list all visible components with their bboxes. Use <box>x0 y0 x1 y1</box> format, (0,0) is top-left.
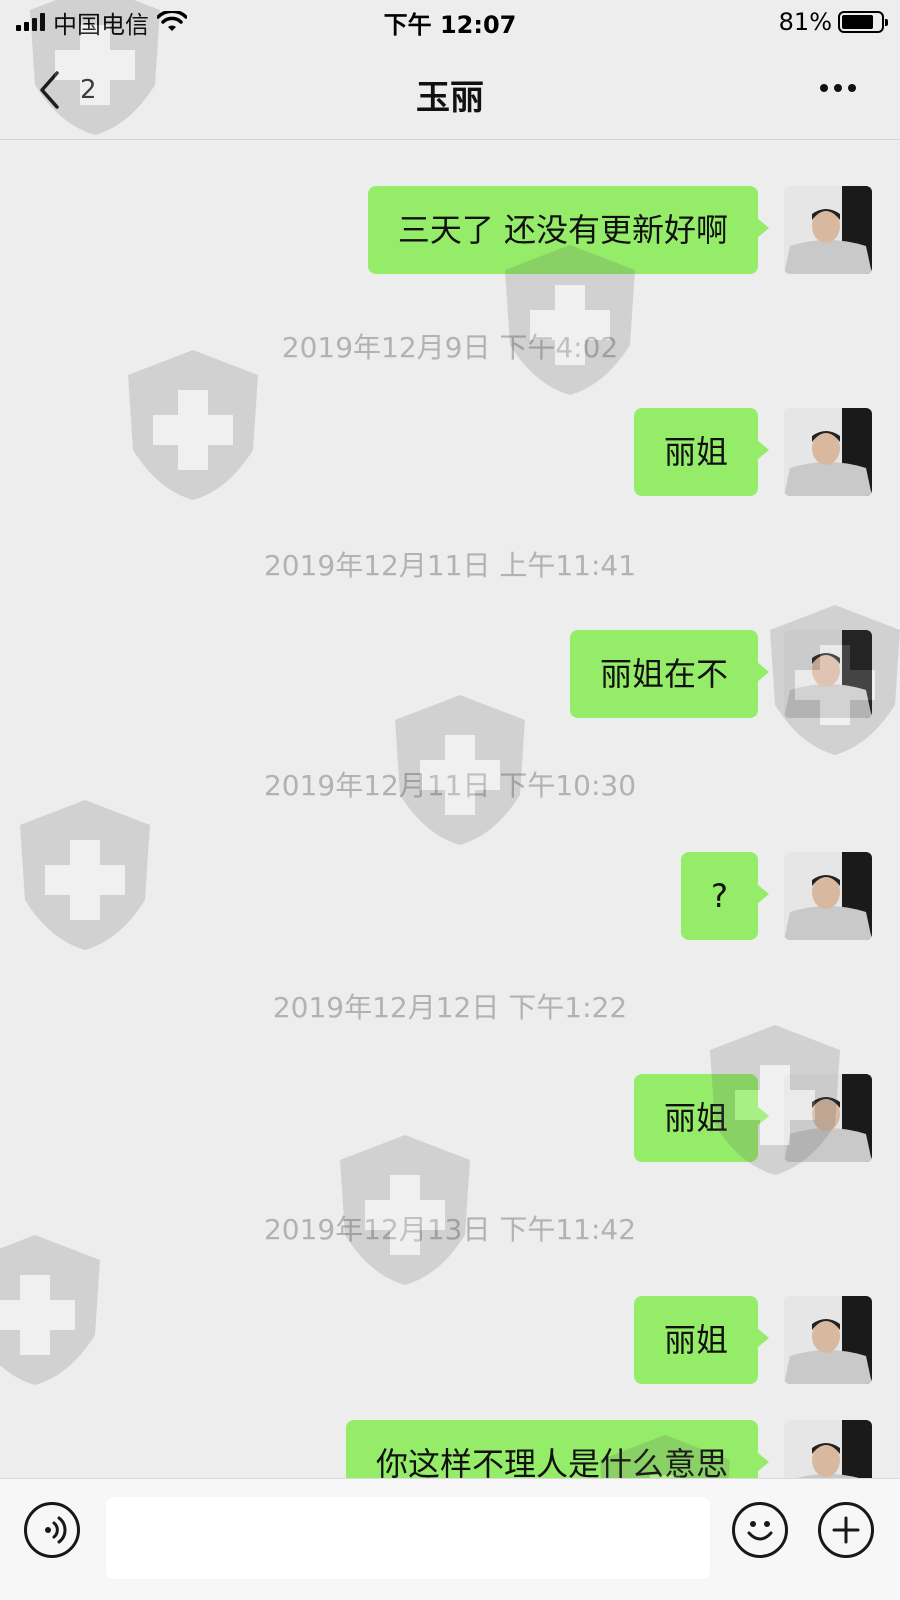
voice-button[interactable] <box>24 1502 80 1558</box>
message-bubble[interactable]: 丽姐在不 <box>569 630 770 718</box>
message-sent: 丽姐 <box>633 1296 872 1384</box>
message-bubble[interactable]: 丽姐 <box>633 1074 770 1162</box>
battery-icon <box>838 11 888 33</box>
chat-area[interactable]: 三天了 还没有更新好啊 2019年12月9日 下午4:02 丽姐 2019年12… <box>0 140 900 1478</box>
message-bubble[interactable]: ? <box>681 852 769 940</box>
message-bubble[interactable]: 三天了 还没有更新好啊 <box>367 186 770 274</box>
wifi-icon <box>157 11 187 31</box>
message-bubble[interactable]: 你这样不理人是什么意思 <box>345 1420 770 1478</box>
portrait-icon <box>784 1296 872 1384</box>
nav-bar: 2 玉丽 <box>0 44 900 140</box>
chat-title: 玉丽 <box>416 78 484 118</box>
avatar[interactable] <box>784 408 872 496</box>
emoji-button[interactable] <box>732 1502 788 1558</box>
avatar[interactable] <box>784 186 872 274</box>
avatar[interactable] <box>784 1420 872 1478</box>
message-sent: 丽姐 <box>633 408 872 496</box>
message-sent: 丽姐 <box>633 1074 872 1162</box>
plus-button[interactable] <box>818 1502 874 1558</box>
signal-icon <box>16 13 45 31</box>
status-bar: 中国电信 下午 12:07 81% <box>0 0 900 44</box>
plus-icon <box>832 1516 860 1544</box>
message-sent: ? <box>681 852 872 940</box>
battery-fill <box>842 15 873 29</box>
timestamp: 2019年12月12日 下午1:22 <box>272 991 628 1024</box>
timestamp: 2019年12月13日 下午11:42 <box>263 1213 637 1246</box>
portrait-icon <box>784 630 872 718</box>
portrait-icon <box>784 186 872 274</box>
input-bar <box>0 1478 900 1600</box>
timestamp: 2019年12月11日 上午11:41 <box>263 549 637 582</box>
emoji-icon <box>747 1521 773 1541</box>
message-input[interactable] <box>106 1497 710 1579</box>
more-dot-icon <box>834 84 842 92</box>
message-sent: 丽姐在不 <box>569 630 872 718</box>
message-bubble[interactable]: 丽姐 <box>633 1296 770 1384</box>
timestamp: 2019年12月11日 下午10:30 <box>263 769 637 802</box>
carrier-label: 中国电信 <box>53 10 149 39</box>
status-left: 中国电信 <box>16 5 187 40</box>
avatar[interactable] <box>784 1296 872 1384</box>
portrait-icon <box>784 852 872 940</box>
avatar[interactable] <box>784 630 872 718</box>
portrait-icon <box>784 1074 872 1162</box>
more-button[interactable] <box>820 84 856 92</box>
avatar[interactable] <box>784 1074 872 1162</box>
portrait-icon <box>784 408 872 496</box>
avatar[interactable] <box>784 852 872 940</box>
portrait-icon <box>784 1420 872 1478</box>
more-dot-icon <box>820 84 828 92</box>
more-dot-icon <box>848 84 856 92</box>
status-right: 81% <box>778 8 888 36</box>
voice-icon <box>45 1516 67 1544</box>
battery-percent: 81% <box>778 8 832 36</box>
message-bubble[interactable]: 丽姐 <box>633 408 770 496</box>
timestamp: 2019年12月9日 下午4:02 <box>281 331 619 364</box>
message-sent: 三天了 还没有更新好啊 <box>367 186 872 274</box>
message-sent: 你这样不理人是什么意思 <box>345 1420 872 1478</box>
